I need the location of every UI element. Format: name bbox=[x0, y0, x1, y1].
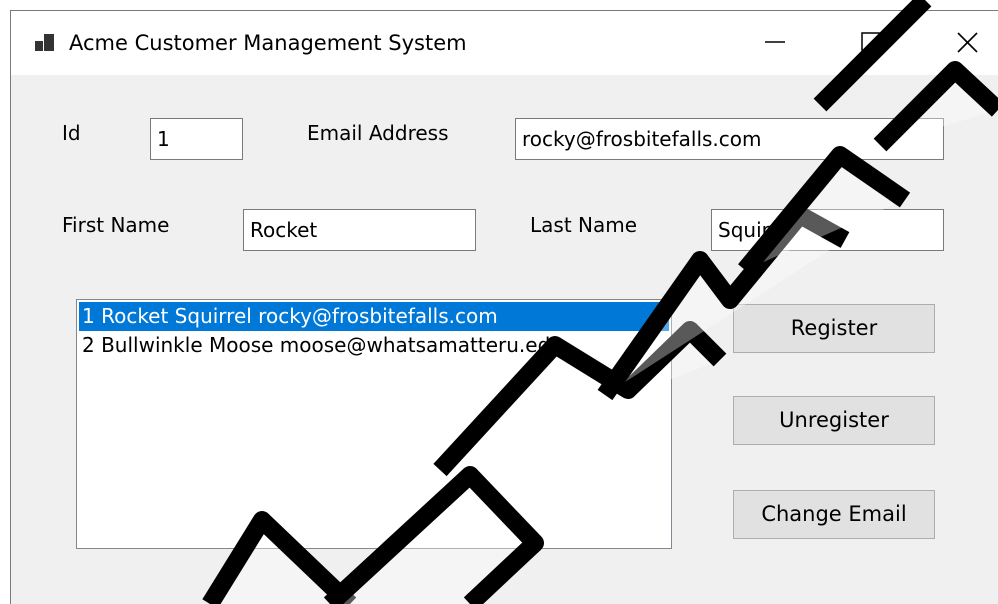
id-field[interactable]: 1 bbox=[150, 118, 243, 160]
main-window: Acme Customer Management System Id 1 Ema… bbox=[10, 10, 998, 604]
maximize-icon bbox=[861, 32, 880, 51]
close-icon bbox=[957, 32, 978, 53]
first-name-label: First Name bbox=[62, 213, 170, 237]
list-item[interactable]: 2 Bullwinkle Moose moose@whatsamatteru.e… bbox=[79, 331, 669, 360]
last-name-field[interactable]: Squirrel bbox=[711, 209, 944, 251]
email-address-label: Email Address bbox=[307, 121, 449, 145]
last-name-label: Last Name bbox=[530, 213, 638, 237]
maximize-button[interactable] bbox=[843, 21, 899, 63]
title-bar[interactable]: Acme Customer Management System bbox=[11, 11, 998, 75]
id-label: Id bbox=[62, 121, 81, 145]
app-icon bbox=[35, 34, 54, 51]
unregister-button[interactable]: Unregister bbox=[733, 396, 935, 445]
minimize-icon bbox=[765, 41, 785, 43]
first-name-field[interactable]: Rocket bbox=[243, 209, 476, 251]
email-address-field[interactable]: rocky@frosbitefalls.com bbox=[515, 118, 944, 160]
change-email-button[interactable]: Change Email bbox=[733, 490, 935, 539]
close-button[interactable] bbox=[939, 21, 995, 63]
customer-listbox[interactable]: 1 Rocket Squirrel rocky@frosbitefalls.co… bbox=[76, 299, 672, 549]
window-title: Acme Customer Management System bbox=[69, 31, 467, 55]
list-item[interactable]: 1 Rocket Squirrel rocky@frosbitefalls.co… bbox=[79, 302, 669, 331]
register-button[interactable]: Register bbox=[733, 304, 935, 353]
minimize-button[interactable] bbox=[747, 21, 803, 63]
